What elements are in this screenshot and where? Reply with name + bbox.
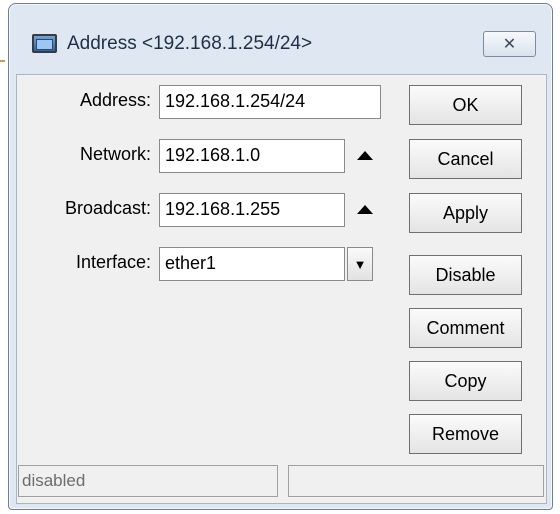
broadcast-collapse-up-icon[interactable] <box>357 205 373 214</box>
title-bar[interactable]: Address <192.168.1.254/24> ✕ <box>9 4 552 57</box>
window-icon <box>32 34 57 53</box>
close-icon: ✕ <box>502 36 517 53</box>
network-field[interactable]: 192.168.1.0 <box>159 139 345 173</box>
address-dialog: Address <192.168.1.254/24> ✕ Address: 19… <box>8 3 553 510</box>
network-label: Network: <box>79 144 151 164</box>
dropdown-icon: ▼ <box>353 256 367 272</box>
network-collapse-up-icon[interactable] <box>357 151 373 160</box>
desktop-edge-mark <box>0 60 5 62</box>
interface-select[interactable]: ether1 <box>159 247 345 281</box>
close-button[interactable]: ✕ <box>483 31 536 57</box>
comment-button[interactable]: Comment <box>409 308 522 348</box>
ok-button[interactable]: OK <box>409 85 522 125</box>
copy-button[interactable]: Copy <box>409 361 522 401</box>
remove-button[interactable]: Remove <box>409 414 522 454</box>
cancel-button[interactable]: Cancel <box>409 139 522 179</box>
interface-dropdown-button[interactable]: ▼ <box>347 247 373 281</box>
interface-label: Interface: <box>75 252 151 272</box>
address-field[interactable]: 192.168.1.254/24 <box>159 85 381 119</box>
broadcast-field[interactable]: 192.168.1.255 <box>159 193 345 227</box>
apply-button[interactable]: Apply <box>409 193 522 233</box>
disable-button[interactable]: Disable <box>409 255 522 295</box>
window-title: Address <192.168.1.254/24> <box>67 33 313 54</box>
address-label: Address: <box>79 90 151 110</box>
status-cell-right <box>288 465 544 497</box>
status-text: disabled <box>18 465 278 497</box>
desktop-background <box>0 0 6 514</box>
broadcast-label: Broadcast: <box>64 198 151 218</box>
dialog-body: Address: 192.168.1.254/24 Network: 192.1… <box>16 74 547 504</box>
